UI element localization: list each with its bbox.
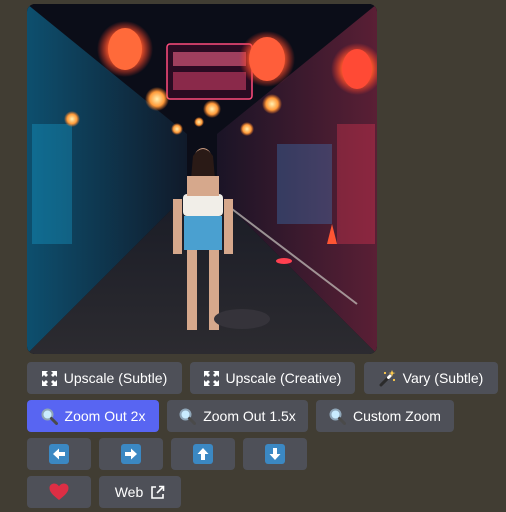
expand-arrows-icon	[203, 370, 219, 386]
vary-subtle-button[interactable]: Vary (Subtle)	[364, 362, 498, 394]
pan-up-button[interactable]	[171, 438, 235, 470]
zoom-out-2x-label: Zoom Out 2x	[64, 408, 146, 424]
zoom-out-1-5x-button[interactable]: Zoom Out 1.5x	[167, 400, 308, 432]
generated-image[interactable]	[27, 4, 377, 354]
arrow-left-icon	[49, 444, 69, 464]
upscale-creative-button[interactable]: Upscale (Creative)	[190, 362, 355, 394]
zoom-out-1-5x-label: Zoom Out 1.5x	[203, 408, 296, 424]
arrow-up-icon	[193, 444, 213, 464]
magnifier-icon	[179, 408, 197, 425]
zoom-out-2x-button[interactable]: Zoom Out 2x	[27, 400, 159, 432]
upscale-subtle-button[interactable]: Upscale (Subtle)	[27, 362, 182, 394]
magnifier-icon	[329, 408, 347, 425]
pan-down-button[interactable]	[243, 438, 307, 470]
custom-zoom-button[interactable]: Custom Zoom	[316, 400, 454, 432]
upscale-creative-label: Upscale (Creative)	[225, 370, 342, 386]
upscale-subtle-label: Upscale (Subtle)	[63, 370, 168, 386]
favorite-button[interactable]	[27, 476, 91, 508]
pan-right-button[interactable]	[99, 438, 163, 470]
heart-icon	[49, 483, 69, 501]
custom-zoom-label: Custom Zoom	[353, 408, 441, 424]
vary-subtle-label: Vary (Subtle)	[402, 370, 484, 386]
magic-wand-icon	[379, 369, 396, 387]
magnifier-icon	[41, 408, 58, 425]
arrow-down-icon	[265, 444, 285, 464]
expand-arrows-icon	[41, 370, 57, 386]
external-link-icon	[150, 485, 165, 500]
pan-left-button[interactable]	[27, 438, 91, 470]
web-link-button[interactable]: Web	[99, 476, 181, 508]
arrow-right-icon	[121, 444, 141, 464]
web-link-label: Web	[114, 484, 144, 500]
